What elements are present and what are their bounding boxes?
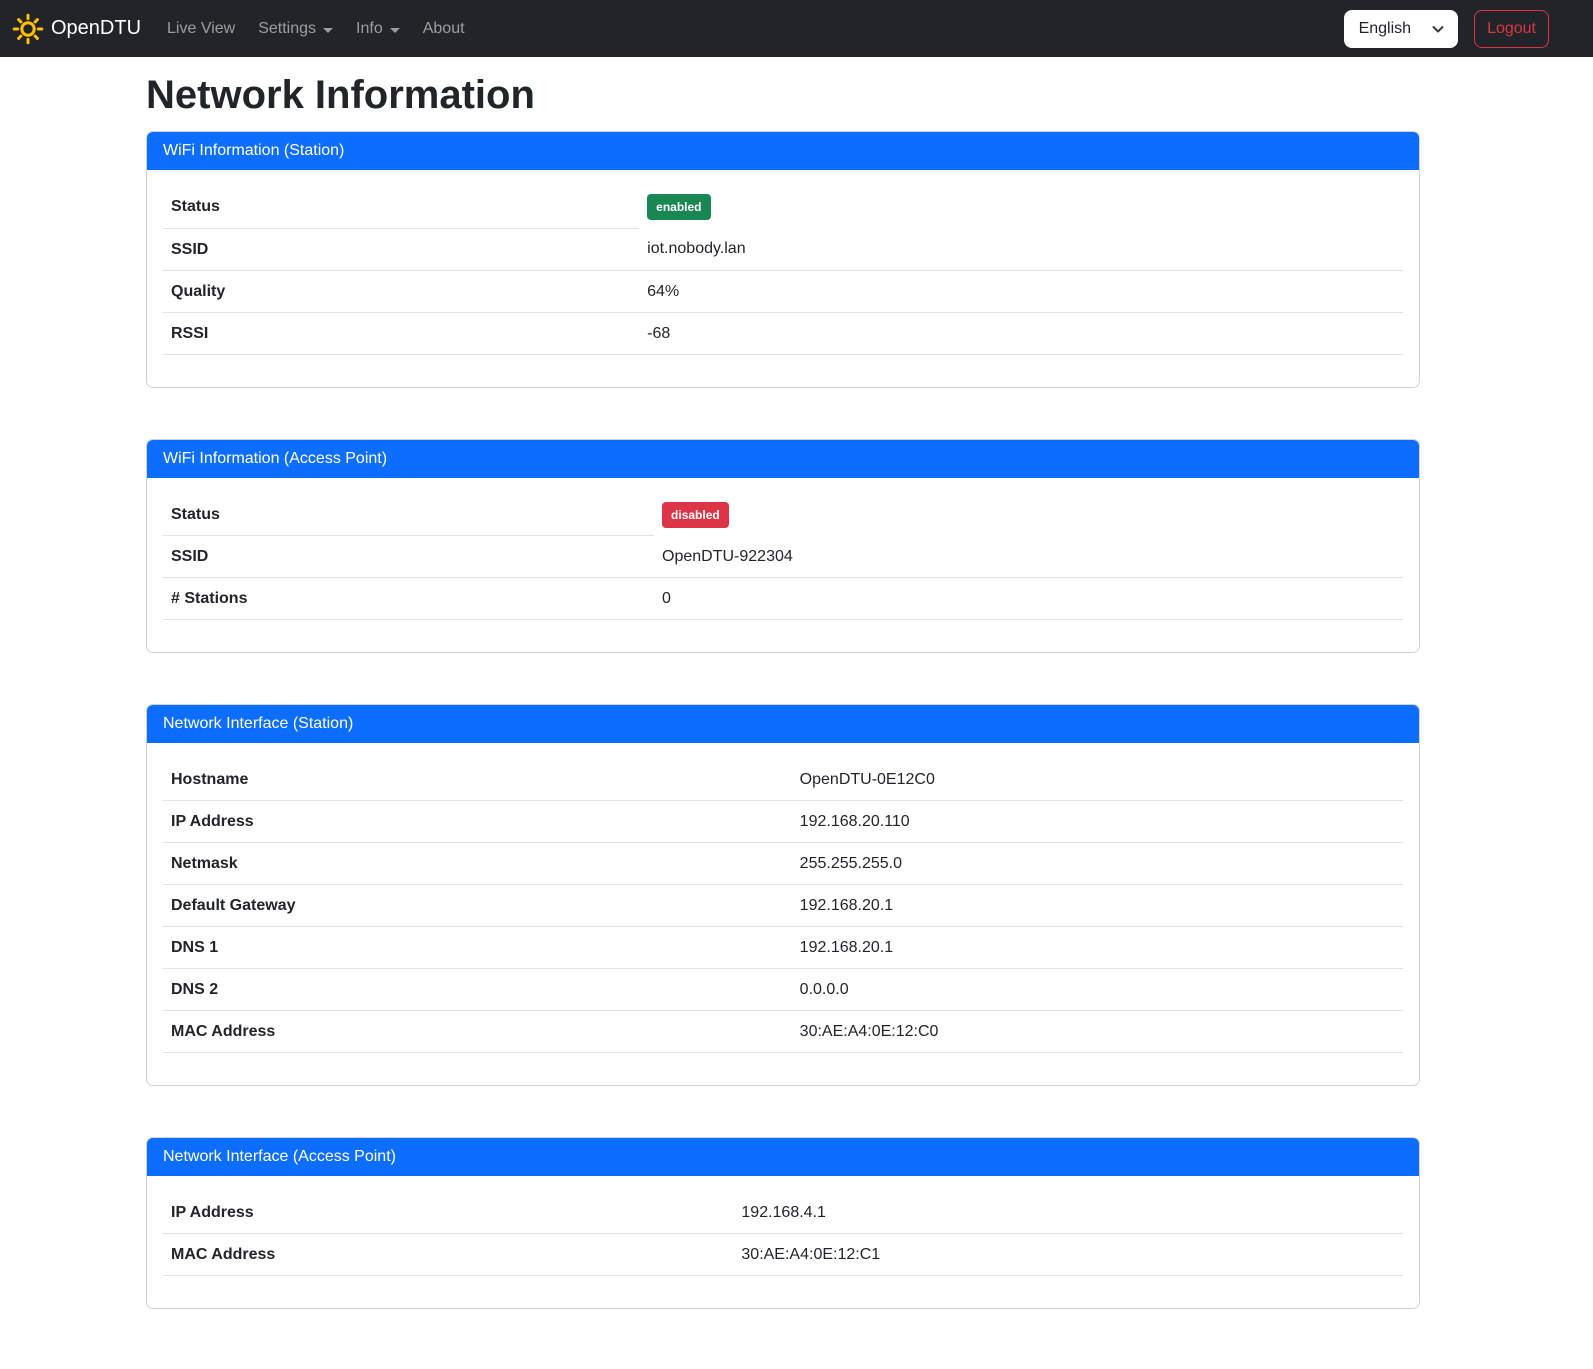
row-value: iot.nobody.lan [639, 228, 1403, 270]
sun-logo-icon [12, 13, 44, 45]
row-label: # Stations [163, 578, 654, 620]
nav-menu: Live View Settings Info About [159, 12, 480, 46]
row-label: Netmask [163, 843, 792, 885]
row-label: RSSI [163, 312, 639, 354]
row-value: disabled [654, 494, 1403, 536]
row-value: 192.168.20.1 [792, 927, 1403, 969]
info-card-network-interface-access-point: Network Interface (Access Point) IP Addr… [146, 1137, 1420, 1309]
row-label: Quality [163, 270, 639, 312]
nav-item: Info [348, 12, 415, 46]
nav-item-settings[interactable]: Settings [250, 12, 341, 46]
brand-label: OpenDTU [51, 17, 141, 40]
table-row: Quality64% [163, 270, 1403, 312]
table-row: MAC Address30:AE:A4:0E:12:C1 [163, 1234, 1403, 1276]
table-row: HostnameOpenDTU-0E12C0 [163, 759, 1403, 801]
card-body: Status disabled SSIDOpenDTU-922304# Statio… [147, 478, 1419, 653]
row-label: MAC Address [163, 1234, 733, 1276]
card-header: WiFi Information (Access Point) [147, 440, 1419, 478]
table-row: IP Address192.168.4.1 [163, 1192, 1403, 1234]
row-value: OpenDTU-0E12C0 [792, 759, 1403, 801]
row-value: 192.168.20.110 [792, 801, 1403, 843]
card-body: HostnameOpenDTU-0E12C0IP Address192.168.… [147, 743, 1419, 1085]
row-value: 192.168.4.1 [733, 1192, 1403, 1234]
row-label: Hostname [163, 759, 792, 801]
table-row: RSSI-68 [163, 312, 1403, 354]
card-list: WiFi Information (Station) Status enabled… [146, 131, 1420, 1309]
nav-item-label: Info [356, 20, 383, 38]
info-table: Status disabled SSIDOpenDTU-922304# Statio… [163, 494, 1403, 621]
chevron-down-icon [1431, 22, 1445, 36]
row-value: 0.0.0.0 [792, 969, 1403, 1011]
info-card-wifi-information-access-point: WiFi Information (Access Point) Status di… [146, 439, 1420, 654]
nav-item-about[interactable]: About [415, 12, 473, 46]
table-row: Default Gateway192.168.20.1 [163, 885, 1403, 927]
table-row: DNS 20.0.0.0 [163, 969, 1403, 1011]
language-select-value: English [1359, 20, 1411, 38]
row-label: Default Gateway [163, 885, 792, 927]
brand[interactable]: OpenDTU [12, 13, 141, 45]
card-body: Status enabled SSIDiot.nobody.lanQuality64… [147, 170, 1419, 387]
card-header: Network Interface (Access Point) [147, 1138, 1419, 1176]
row-value: enabled [639, 186, 1403, 228]
info-table: IP Address192.168.4.1MAC Address30:AE:A4… [163, 1192, 1403, 1276]
nav-item-label: Live View [167, 20, 235, 38]
row-label: SSID [163, 228, 639, 270]
language-select[interactable]: English [1344, 10, 1458, 48]
info-card-network-interface-station: Network Interface (Station) HostnameOpen… [146, 704, 1420, 1086]
card-body: IP Address192.168.4.1MAC Address30:AE:A4… [147, 1176, 1419, 1308]
table-row: SSIDOpenDTU-922304 [163, 536, 1403, 578]
caret-down-icon [323, 28, 333, 33]
row-value: OpenDTU-922304 [654, 536, 1403, 578]
nav-item: About [415, 12, 480, 46]
page-title: Network Information [146, 71, 1420, 119]
table-row: # Stations0 [163, 578, 1403, 620]
nav-item-label: Settings [258, 20, 316, 38]
row-value: -68 [639, 312, 1403, 354]
card-header: WiFi Information (Station) [147, 132, 1419, 170]
table-row: Status disabled [163, 494, 1403, 536]
nav-item: Settings [250, 12, 348, 46]
row-label: IP Address [163, 1192, 733, 1234]
row-label: IP Address [163, 801, 792, 843]
caret-down-icon [390, 28, 400, 33]
nav-item-info[interactable]: Info [348, 12, 408, 46]
content: Network Information WiFi Information (St… [146, 57, 1420, 1369]
info-table: Status enabled SSIDiot.nobody.lanQuality64… [163, 186, 1403, 355]
table-row: Netmask255.255.255.0 [163, 843, 1403, 885]
logout-button[interactable]: Logout [1474, 10, 1549, 48]
row-value: 30:AE:A4:0E:12:C1 [733, 1234, 1403, 1276]
info-table: HostnameOpenDTU-0E12C0IP Address192.168.… [163, 759, 1403, 1053]
nav-item-live-view[interactable]: Live View [159, 12, 243, 46]
row-value: 0 [654, 578, 1403, 620]
nav-item-label: About [423, 20, 465, 38]
table-row: SSIDiot.nobody.lan [163, 228, 1403, 270]
navbar-right: English Logout [1344, 10, 1549, 48]
row-label: SSID [163, 536, 654, 578]
navbar: OpenDTU Live View Settings Info About Engli… [0, 0, 1593, 57]
table-row: MAC Address30:AE:A4:0E:12:C0 [163, 1011, 1403, 1053]
row-value: 255.255.255.0 [792, 843, 1403, 885]
table-row: IP Address192.168.20.110 [163, 801, 1403, 843]
row-label: DNS 1 [163, 927, 792, 969]
table-row: DNS 1192.168.20.1 [163, 927, 1403, 969]
row-label: DNS 2 [163, 969, 792, 1011]
info-card-wifi-information-station: WiFi Information (Station) Status enabled… [146, 131, 1420, 388]
row-label: MAC Address [163, 1011, 792, 1053]
status-badge: disabled [662, 502, 729, 528]
nav-item: Live View [159, 12, 250, 46]
row-value: 64% [639, 270, 1403, 312]
row-label: Status [163, 494, 654, 536]
status-badge: enabled [647, 194, 710, 220]
card-header: Network Interface (Station) [147, 705, 1419, 743]
table-row: Status enabled [163, 186, 1403, 228]
row-label: Status [163, 186, 639, 228]
row-value: 30:AE:A4:0E:12:C0 [792, 1011, 1403, 1053]
row-value: 192.168.20.1 [792, 885, 1403, 927]
